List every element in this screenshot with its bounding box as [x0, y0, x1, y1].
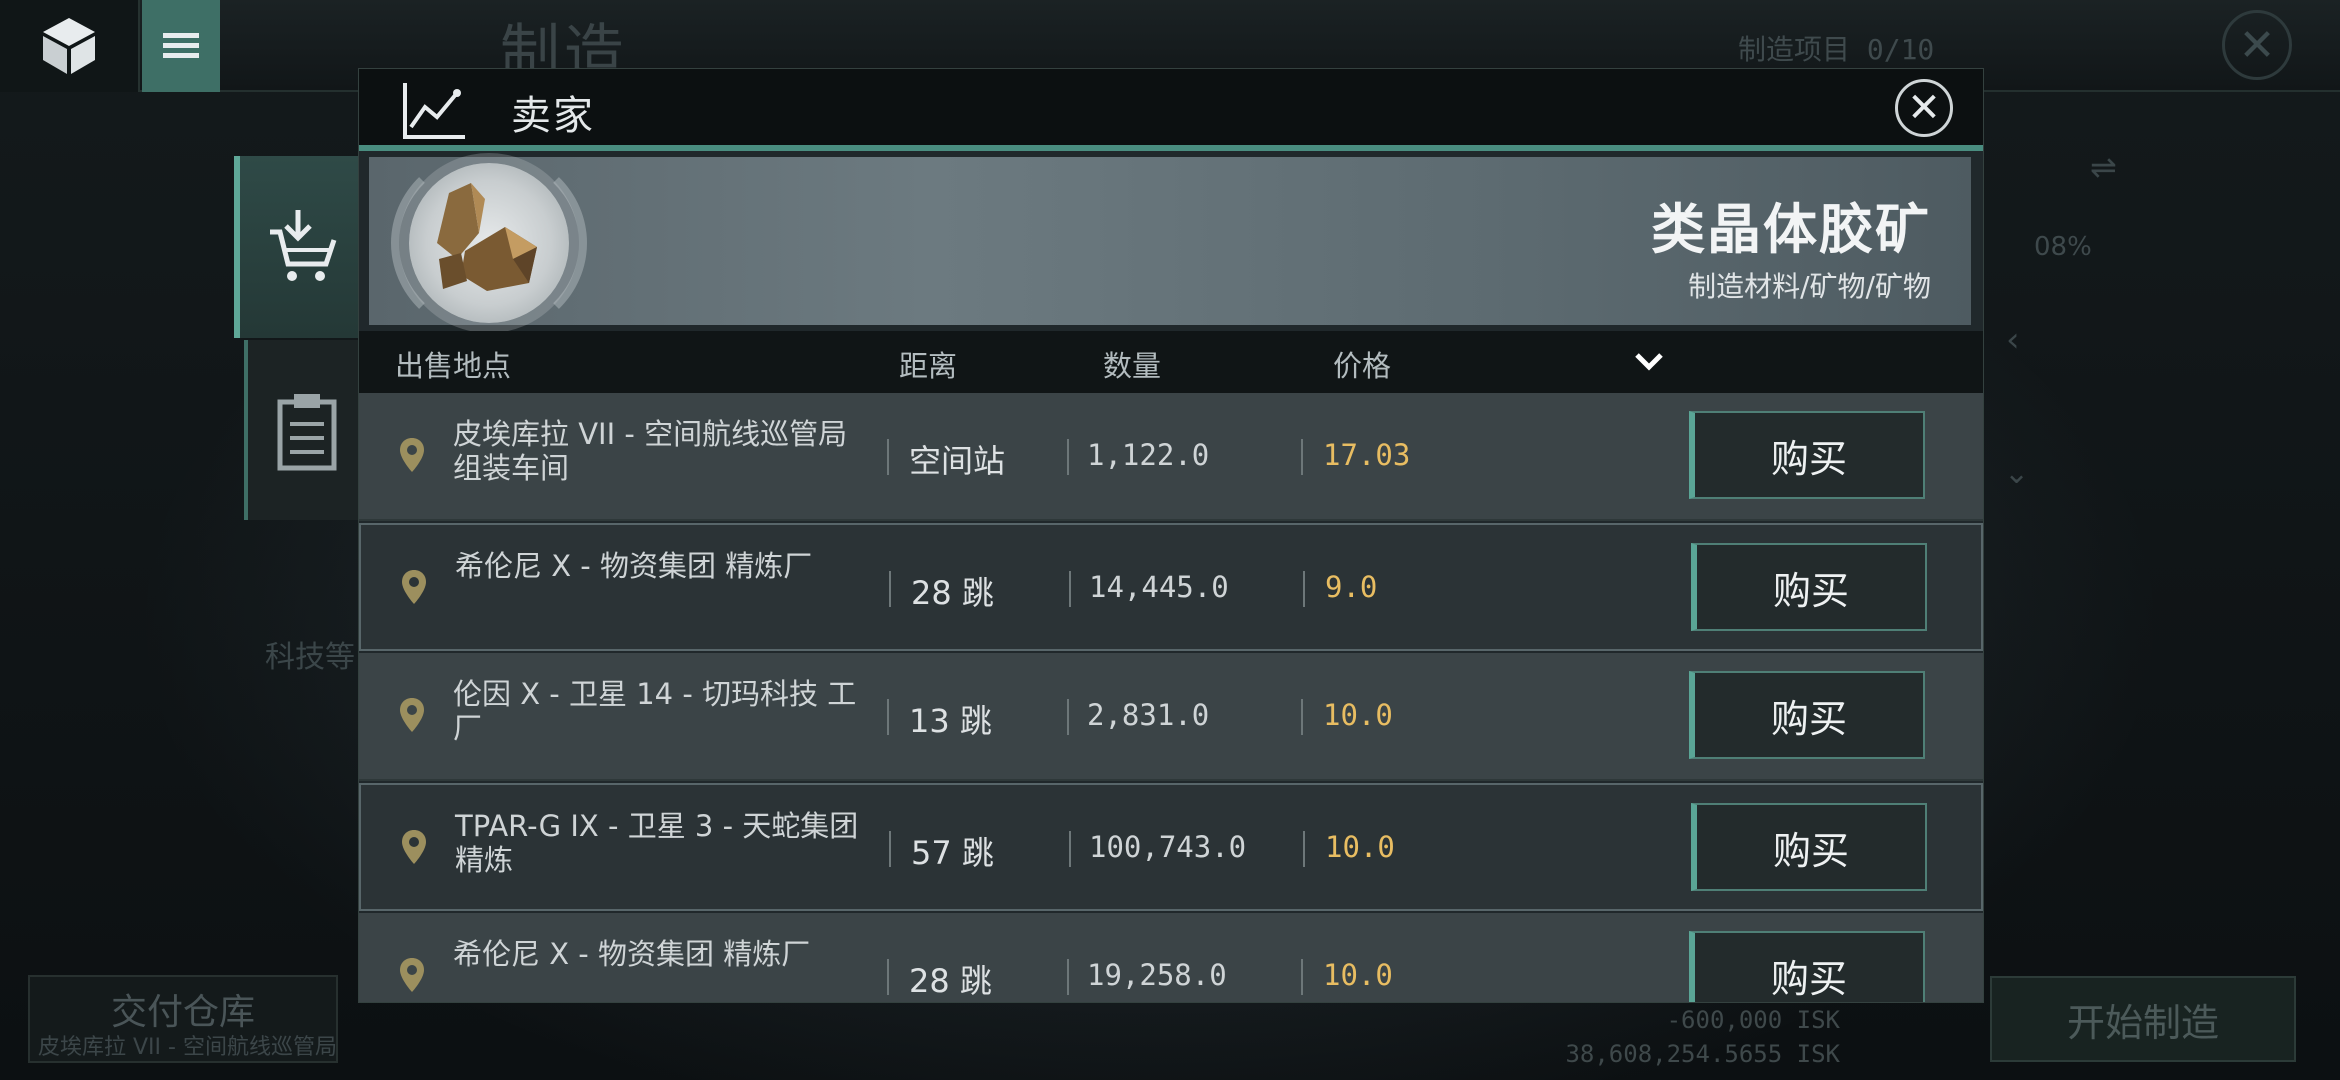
buy-button[interactable]: 购买 — [1689, 671, 1925, 759]
column-divider — [1301, 699, 1303, 735]
buy-button[interactable]: 购买 — [1689, 411, 1925, 499]
crystal-ore-icon — [437, 183, 537, 291]
row-location: 伦因 X - 卫星 14 - 切玛科技 工厂 — [453, 677, 857, 745]
tab-sellers[interactable] — [234, 156, 364, 338]
total-value: 38,608,254.5655 ISK — [1565, 1040, 1840, 1068]
tab-orders[interactable] — [244, 340, 364, 520]
close-icon: ✕ — [1907, 85, 1941, 131]
close-icon: ✕ — [2238, 19, 2276, 71]
dialog-close-button[interactable]: ✕ — [1895, 79, 1953, 137]
column-price[interactable]: 价格 — [1333, 343, 1391, 385]
hamburger-menu-button[interactable] — [142, 0, 220, 92]
column-divider — [1067, 699, 1069, 735]
delivery-warehouse-button[interactable]: 交付仓库 皮埃库拉 VII - 空间航线巡管局 组装车间 — [28, 975, 338, 1063]
table-row: 伦因 X - 卫星 14 - 切玛科技 工厂 13 跳 2,831.0 10.0… — [359, 653, 1983, 781]
location-pin-icon — [400, 438, 424, 472]
row-price: 9.0 — [1325, 570, 1378, 604]
screen-close-button[interactable]: ✕ — [2222, 10, 2292, 80]
column-divider — [1069, 831, 1071, 867]
row-quantity: 1,122.0 — [1087, 438, 1210, 472]
row-quantity: 14,445.0 — [1089, 570, 1229, 604]
item-name: 类晶体胶矿 — [1651, 198, 1931, 261]
cube-icon — [43, 18, 95, 74]
row-price: 10.0 — [1323, 698, 1393, 732]
table-row: TPAR-G IX - 卫星 3 - 天蛇集团 精炼 57 跳 100,743.… — [359, 783, 1983, 911]
location-pin-icon — [400, 698, 424, 732]
row-distance: 13 跳 — [909, 702, 992, 740]
row-distance: 28 跳 — [911, 574, 994, 612]
item-icon-holder — [409, 163, 569, 323]
row-quantity: 100,743.0 — [1089, 830, 1247, 864]
column-divider — [887, 959, 889, 995]
column-quantity[interactable]: 数量 — [1103, 343, 1161, 385]
cart-download-icon — [270, 210, 337, 281]
sellers-dialog: 卖家 ✕ 类晶体胶矿 制造材料/矿物/矿物 出售地点 距离 数量 价格 皮埃库拉… — [358, 68, 1984, 1003]
swap-icon: ⇌ — [2090, 148, 2117, 186]
project-count: 制造项目 0/10 — [1738, 33, 1935, 66]
location-pin-icon — [402, 570, 426, 604]
item-category: 制造材料/矿物/矿物 — [1688, 270, 1931, 303]
buy-button[interactable]: 购买 — [1689, 931, 1925, 1002]
column-divider — [1067, 439, 1069, 475]
delivery-label: 交付仓库 — [110, 992, 255, 1033]
column-divider — [1301, 439, 1303, 475]
row-quantity: 19,258.0 — [1087, 958, 1227, 992]
game-screen: 制造 制造项目 0/10 ✕ ⇌ 08% ‹ ⌄ 科技等 交付仓库 皮埃库拉 V… — [0, 0, 2340, 1080]
column-divider — [887, 439, 889, 475]
hamburger-icon — [163, 33, 199, 58]
cost-value: -600,000 ISK — [1666, 1006, 1840, 1034]
row-price: 10.0 — [1325, 830, 1395, 864]
row-distance: 57 跳 — [911, 834, 994, 872]
row-distance: 空间站 — [909, 442, 1006, 480]
row-location: 希伦尼 X - 物资集团 精炼厂 — [455, 549, 813, 583]
location-pin-icon — [400, 958, 424, 992]
table-header: 出售地点 距离 数量 价格 — [359, 331, 1983, 393]
start-manufacturing-button[interactable]: 开始制造 — [1990, 976, 2296, 1062]
column-divider — [887, 699, 889, 735]
row-price: 17.03 — [1323, 438, 1411, 472]
row-location: 皮埃库拉 VII - 空间航线巡管局 组装车间 — [453, 417, 848, 485]
clipboard-icon — [277, 394, 337, 471]
cube-menu-button[interactable] — [0, 0, 140, 92]
chevron-left-icon: ‹ — [2006, 320, 2020, 360]
row-quantity: 2,831.0 — [1087, 698, 1210, 732]
column-divider — [1303, 571, 1305, 607]
column-divider — [889, 831, 891, 867]
table-row: 皮埃库拉 VII - 空间航线巡管局 组装车间 空间站 1,122.0 17.0… — [359, 393, 1983, 521]
column-divider — [1301, 959, 1303, 995]
sort-chevron-down-icon[interactable] — [1629, 341, 1669, 381]
column-divider — [889, 571, 891, 607]
market-chart-icon — [403, 83, 465, 139]
column-divider — [1069, 571, 1071, 607]
background-percent: 08% — [2034, 232, 2092, 262]
table-row: 希伦尼 X - 物资集团 精炼厂 28 跳 19,258.0 10.0 购买 — [359, 913, 1983, 1002]
buy-button[interactable]: 购买 — [1691, 543, 1927, 631]
dialog-header: 卖家 ✕ — [359, 69, 1983, 151]
chevron-down-icon: ⌄ — [2004, 456, 2030, 491]
location-pin-icon — [402, 830, 426, 864]
column-divider — [1303, 831, 1305, 867]
item-banner: 类晶体胶矿 制造材料/矿物/矿物 — [369, 149, 1971, 337]
column-divider — [1067, 959, 1069, 995]
row-price: 10.0 — [1323, 958, 1393, 992]
tech-label: 科技等 — [265, 640, 355, 675]
row-location: TPAR-G IX - 卫星 3 - 天蛇集团 精炼 — [455, 809, 859, 877]
buy-button[interactable]: 购买 — [1691, 803, 1927, 891]
table-row: 希伦尼 X - 物资集团 精炼厂 28 跳 14,445.0 9.0 购买 — [359, 523, 1983, 651]
column-distance[interactable]: 距离 — [899, 343, 957, 385]
row-location: 希伦尼 X - 物资集团 精炼厂 — [453, 937, 811, 971]
dialog-title: 卖家 — [511, 93, 595, 139]
column-location[interactable]: 出售地点 — [395, 343, 511, 385]
delivery-location: 皮埃库拉 VII - 空间航线巡管局 组装车间 — [38, 1035, 338, 1060]
row-distance: 28 跳 — [909, 962, 992, 1000]
